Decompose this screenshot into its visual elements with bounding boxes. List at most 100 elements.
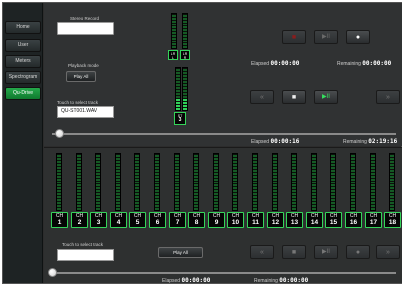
meter-segment (57, 181, 61, 184)
meter-segment (253, 166, 257, 169)
sidebar-item-user[interactable]: User (5, 39, 41, 52)
meter-segment (116, 208, 120, 210)
meter-segment (390, 181, 394, 184)
channel-tag[interactable]: CH 4 (110, 212, 127, 228)
sidebar-item-home[interactable]: Home (5, 21, 41, 34)
meter-segment (172, 23, 176, 26)
stereo-track-select-field[interactable]: QU-ST001.WAV (57, 106, 114, 118)
meter-segment (155, 208, 159, 210)
meter-segment (292, 160, 296, 163)
meter-segment (183, 105, 187, 107)
channel-tag[interactable]: CH 15 (325, 212, 342, 228)
multitrack-fast-forward-button[interactable]: » (376, 245, 400, 259)
meter-segment (331, 157, 335, 160)
fast-forward-icon: » (386, 248, 390, 256)
meter-segment (371, 172, 375, 175)
meter-segment (351, 202, 355, 205)
meter-segment (371, 208, 375, 210)
play-pause-icon: ▶II (322, 34, 330, 40)
channel-tag[interactable]: CH 11 (247, 212, 264, 228)
channel-tag[interactable]: CH 18 (384, 212, 401, 228)
meter-segment (312, 169, 316, 172)
meter-segment (253, 163, 257, 166)
stereo-rewind-button[interactable]: « (250, 90, 274, 104)
channel-tag[interactable]: CH 2 (71, 212, 88, 228)
sidebar-item-qu-drive[interactable]: Qu-Drive (5, 87, 41, 100)
meter-segment (233, 172, 237, 175)
meter-segment (390, 199, 394, 202)
meter-segment (194, 178, 198, 181)
meter-segment (233, 196, 237, 199)
stereo-record-button[interactable]: ● (346, 30, 370, 44)
channel-tag[interactable]: CH 6 (149, 212, 166, 228)
stereo-fast-forward-button[interactable]: » (376, 90, 400, 104)
meter-segment (155, 187, 159, 190)
meter-segment (371, 193, 375, 196)
stereo-position-knob[interactable] (54, 129, 64, 138)
playback-mode-play-all-button[interactable]: Play All (66, 71, 96, 82)
multitrack-position-track[interactable] (52, 272, 396, 274)
multitrack-play-pause-button[interactable]: ▶II (314, 245, 338, 259)
multitrack-position-knob[interactable] (48, 268, 57, 277)
meter-segment (155, 169, 159, 172)
sidebar-item-label: Home (16, 24, 30, 30)
multitrack-track-select-field[interactable] (57, 249, 114, 261)
meter-segment (172, 26, 176, 29)
channel-tag[interactable]: CH 3 (90, 212, 107, 228)
meter-segment (390, 202, 394, 205)
meter-segment (331, 208, 335, 210)
stereo-stop-button[interactable]: ■ (282, 90, 306, 104)
channel-tag[interactable]: CH 10 (227, 212, 244, 228)
sidebar-item-meters[interactable]: Meters (5, 55, 41, 68)
multitrack-record-button[interactable]: ● (346, 245, 370, 259)
meter-segment (116, 205, 120, 208)
meter-segment (176, 69, 180, 71)
stereo-record-name-input[interactable] (57, 22, 114, 35)
meter-segment (292, 175, 296, 178)
meter-segment (194, 157, 198, 160)
multitrack-play-all-button[interactable]: Play All (158, 247, 203, 258)
meter-segment (214, 196, 218, 199)
meter-segment (312, 193, 316, 196)
stereo-position-track[interactable] (52, 133, 396, 135)
channel-tag[interactable]: CH 16 (345, 212, 362, 228)
channel-tag[interactable]: CH 5 (129, 212, 146, 228)
multitrack-rewind-button[interactable]: « (250, 245, 274, 259)
channel-meter (389, 153, 395, 211)
channel-tag[interactable]: CH 8 (188, 212, 205, 228)
channel-tag[interactable]: CH 9 (208, 212, 225, 228)
stop-icon: ■ (291, 93, 297, 101)
stereo-record-play-pause-button[interactable]: ▶II (314, 30, 338, 44)
meter-segment (96, 163, 100, 166)
meter-segment (351, 160, 355, 163)
meter-segment (331, 181, 335, 184)
meter-segment (214, 208, 218, 210)
channel-tag-number: 13 (290, 219, 299, 226)
channel-tag[interactable]: CH 12 (267, 212, 284, 228)
channel-tag[interactable]: CH 13 (286, 212, 303, 228)
multitrack-stop-button[interactable]: ■ (282, 245, 306, 259)
meter-segment (312, 205, 316, 208)
meter-segment (292, 169, 296, 172)
stereo-record-stop-button[interactable]: ■ (282, 30, 306, 44)
meter-segment (175, 157, 179, 160)
meter-segment (116, 199, 120, 202)
channel-tag[interactable]: CH 7 (169, 212, 186, 228)
meter-segment (172, 20, 176, 23)
meter-segment (135, 193, 139, 196)
meter-segment (331, 193, 335, 196)
channel-tag-number: 8 (194, 219, 199, 226)
channel-tag[interactable]: CH 1 (51, 212, 68, 228)
meter-segment (96, 169, 100, 172)
channel-tag[interactable]: CH 14 (306, 212, 323, 228)
channel-meter (115, 153, 121, 211)
meter-segment (292, 187, 296, 190)
sidebar-item-spectrogram[interactable]: Spectrogram (5, 71, 41, 84)
stereo-play-pause-button[interactable]: ▶II (314, 90, 338, 104)
meter-segment (253, 193, 257, 196)
channel-tag[interactable]: CH 17 (365, 212, 382, 228)
meter-segment (96, 208, 100, 210)
meter-segment (390, 160, 394, 163)
meter-segment (351, 199, 355, 202)
meter-segment (77, 155, 81, 157)
